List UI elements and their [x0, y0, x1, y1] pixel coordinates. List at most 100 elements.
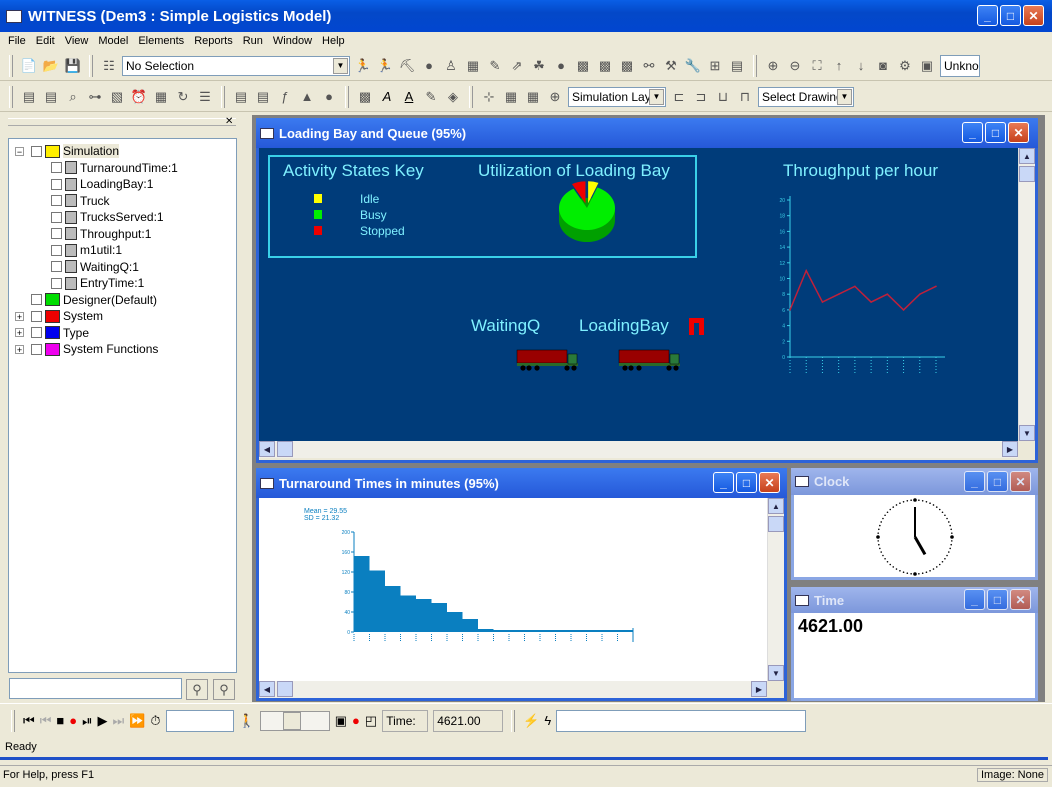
copy-icon[interactable]: ▤ — [20, 88, 38, 106]
new-icon[interactable]: 📄 — [20, 57, 38, 75]
lightning-icon[interactable]: ϟ — [544, 713, 551, 728]
layer-combo[interactable]: Simulation Lay ▼ — [568, 86, 666, 107]
step-back-icon[interactable]: ⏮ — [40, 713, 52, 729]
scroll-up-icon[interactable]: ▲ — [1019, 148, 1035, 164]
run-icon[interactable]: 🏃 — [376, 57, 394, 75]
image3-icon[interactable]: ▩ — [618, 57, 636, 75]
menu-window[interactable]: Window — [273, 35, 312, 47]
stopwatch-icon[interactable]: ⏱ — [150, 713, 160, 729]
menu-edit[interactable]: Edit — [36, 35, 55, 47]
element-selector-icon[interactable]: ☷ — [100, 57, 118, 75]
grid-icon[interactable]: ▦ — [502, 88, 520, 106]
scroll-thumb[interactable] — [768, 516, 784, 532]
paste-icon[interactable]: ▤ — [42, 88, 60, 106]
tree-checkbox[interactable] — [51, 195, 62, 206]
chevron-down-icon[interactable]: ▼ — [333, 57, 348, 74]
arrow-up-icon[interactable]: ↑ — [830, 57, 848, 75]
picture-icon[interactable]: ▦ — [464, 57, 482, 75]
walk-icon[interactable]: 🏃 — [354, 57, 372, 75]
tree-search-input[interactable] — [9, 678, 182, 699]
tree-checkbox[interactable] — [51, 261, 62, 272]
scroll-thumb[interactable] — [1019, 166, 1035, 182]
settings-icon[interactable]: ⚙ — [896, 57, 914, 75]
arrow-icon[interactable]: ⇗ — [508, 57, 526, 75]
font-color-icon[interactable]: A — [400, 88, 418, 106]
tree-checkbox[interactable] — [51, 277, 62, 289]
tree-checkbox[interactable] — [31, 343, 42, 355]
chevron-down-icon[interactable]: ▼ — [649, 88, 664, 105]
run-icon[interactable]: ▶ — [98, 713, 108, 729]
paw-icon[interactable]: ☘ — [530, 57, 548, 75]
toolbar-grip[interactable] — [221, 85, 225, 108]
expand-icon[interactable]: + — [15, 311, 24, 321]
tree-checkbox[interactable] — [51, 244, 62, 256]
tree-item[interactable]: TrucksServed:1 — [51, 209, 164, 225]
run-until-input[interactable] — [165, 709, 234, 732]
menu-elements[interactable]: Elements — [138, 35, 184, 47]
menu-reports[interactable]: Reports — [194, 35, 233, 47]
background-icon[interactable]: ▩ — [356, 88, 374, 106]
toolbar-grip[interactable] — [9, 85, 13, 108]
push-icon[interactable]: ⛏ — [398, 57, 416, 75]
fill-color-icon[interactable]: ◈ — [444, 88, 462, 106]
toolbar-grip[interactable] — [753, 54, 757, 77]
record-icon[interactable]: ● — [69, 713, 77, 728]
time-title-bar[interactable]: Time _ □ ✕ — [791, 587, 1038, 613]
tree-checkbox[interactable] — [51, 228, 62, 239]
doc-record-icon[interactable]: ● — [320, 88, 338, 106]
tree-item[interactable]: LoadingBay:1 — [51, 176, 153, 192]
menu-help[interactable]: Help — [322, 35, 345, 47]
tree-checkbox[interactable] — [31, 327, 42, 338]
panel-grip[interactable] — [8, 118, 236, 126]
drawing-combo[interactable]: Select Drawing ▼ — [758, 86, 854, 107]
layout-icon[interactable]: ⊞ — [706, 57, 724, 75]
align-top-icon[interactable]: ⊓ — [736, 88, 754, 106]
toolbar-grip[interactable] — [469, 85, 473, 108]
maximize-button[interactable]: □ — [987, 589, 1008, 610]
minimize-button[interactable]: _ — [964, 471, 985, 492]
tree-item[interactable]: Designer(Default) — [31, 292, 157, 308]
toolbar-grip[interactable] — [511, 709, 516, 732]
print-icon[interactable]: ▧ — [108, 88, 126, 106]
menu-file[interactable]: File — [8, 35, 26, 47]
collapse-icon[interactable]: − — [15, 146, 24, 156]
step-icon[interactable]: ⏯ — [82, 713, 92, 729]
grid-doc-icon[interactable]: ▦ — [524, 88, 542, 106]
doc-icon[interactable]: ▤ — [232, 88, 250, 106]
scroll-thumb[interactable] — [277, 441, 293, 457]
image-icon[interactable]: ▩ — [574, 57, 592, 75]
close-button[interactable]: ✕ — [1010, 471, 1031, 492]
scroll-left-icon[interactable]: ◀ — [259, 441, 275, 457]
maximize-button[interactable]: □ — [987, 471, 1008, 492]
save-icon[interactable]: 💾 — [64, 57, 82, 75]
menu-view[interactable]: View — [65, 35, 89, 47]
maximize-button[interactable]: □ — [985, 122, 1006, 143]
tree-checkbox[interactable] — [31, 310, 42, 322]
expand-icon[interactable]: + — [15, 328, 24, 338]
align-bottom-icon[interactable]: ⊔ — [714, 88, 732, 106]
chevron-down-icon[interactable]: ▼ — [837, 88, 852, 105]
menu-run[interactable]: Run — [243, 35, 263, 47]
close-button[interactable]: ✕ — [1010, 589, 1031, 610]
minimize-button[interactable]: _ — [977, 5, 998, 26]
line-color-icon[interactable]: ✎ — [422, 88, 440, 106]
wrench-icon[interactable]: 🔧 — [684, 57, 702, 75]
tree-checkbox[interactable] — [51, 211, 62, 223]
tree-checkbox[interactable] — [31, 145, 42, 157]
align-left-icon[interactable]: ⊏ — [670, 88, 688, 106]
tree-item[interactable]: TurnaroundTime:1 — [51, 160, 178, 176]
speed-slider-thumb[interactable] — [282, 711, 301, 730]
tree-item[interactable]: Truck — [51, 193, 110, 209]
tree-item[interactable]: + System — [15, 308, 103, 324]
image2-icon[interactable]: ▩ — [596, 57, 614, 75]
tree-icon[interactable]: ⊶ — [86, 88, 104, 106]
tree-checkbox[interactable] — [31, 294, 42, 305]
loadingbay-machine-icon[interactable] — [689, 318, 704, 335]
scroll-up-icon[interactable]: ▲ — [768, 498, 784, 514]
scroll-right-icon[interactable]: ▶ — [751, 681, 767, 697]
close-button[interactable]: ✕ — [1008, 122, 1029, 143]
scroll-right-icon[interactable]: ▶ — [1002, 441, 1018, 457]
open-icon[interactable]: 📂 — [42, 57, 60, 75]
horizontal-scrollbar[interactable]: ◀ ▶ — [259, 441, 1018, 458]
batch-icon[interactable]: ▣ — [335, 713, 347, 729]
